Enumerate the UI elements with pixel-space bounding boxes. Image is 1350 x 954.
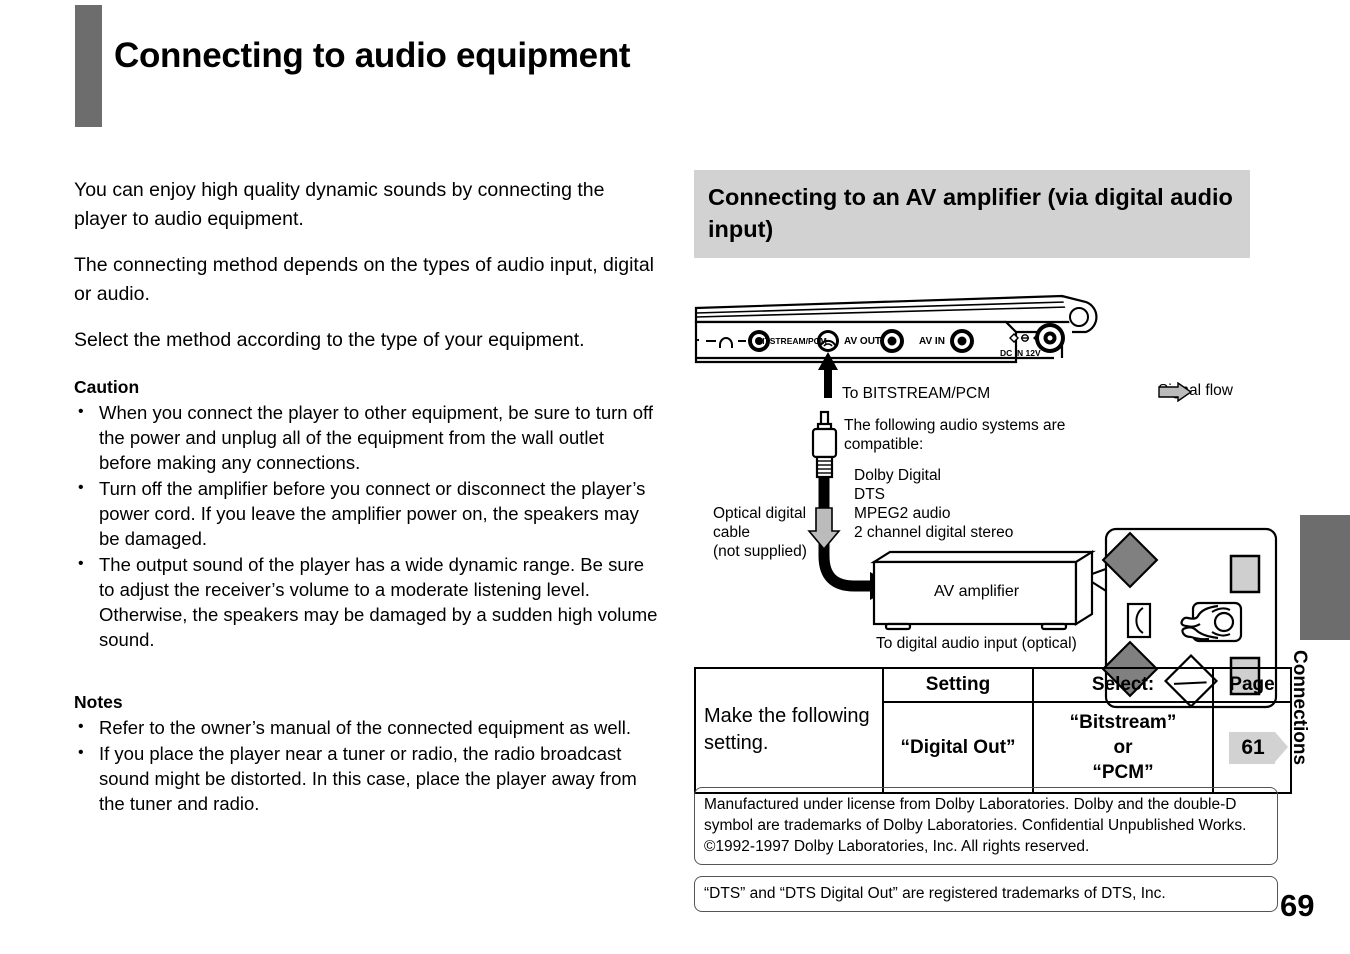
table-cell-setting-value: “Digital Out” [882, 701, 1034, 794]
dts-trademark-notice: “DTS” and “DTS Digital Out” are register… [694, 876, 1278, 912]
page-reference-badge[interactable]: 61 [1229, 731, 1289, 764]
optical-cable-plug [811, 410, 838, 479]
notes-block: Notes Refer to the owner’s manual of the… [74, 692, 659, 816]
intro-paragraph: Select the method according to the type … [74, 329, 585, 351]
table-cell-lead: Make the following setting. [694, 667, 884, 794]
signal-flow-arrow-on-cable [807, 507, 841, 551]
port-label-av-in: AV IN [919, 336, 945, 347]
caution-block: Caution When you connect the player to o… [74, 377, 659, 652]
table-header-setting: Setting [882, 667, 1034, 703]
page-number: 69 [1280, 888, 1315, 923]
intro-paragraph: You can enjoy high quality dynamic sound… [74, 179, 605, 230]
list-item: The output sound of the player has a wid… [74, 551, 659, 652]
port-label-dc-in: DC IN 12V [1000, 348, 1041, 358]
intro-paragraph: The connecting method depends on the typ… [74, 254, 654, 305]
compatible-systems-intro: The following audio systems are compatib… [844, 417, 1066, 453]
optical-cable-label: Optical digital cable (not supplied) [713, 505, 807, 560]
list-item: If you place the player near a tuner or … [74, 740, 659, 816]
av-out-port [880, 329, 904, 353]
title-accent-bar [75, 5, 102, 127]
table-row: Make the following setting. Setting Sele… [694, 667, 1292, 794]
signal-flow-arrow-icon [1158, 382, 1192, 402]
compatible-systems-list: Dolby Digital DTS MPEG2 audio 2 channel … [854, 467, 1014, 541]
table-header-page: Page [1212, 667, 1292, 703]
table-cell-select-value: “Bitstream” or “PCM” [1032, 701, 1214, 794]
speaker-right-front [1229, 554, 1261, 594]
amplifier-input-label: To digital audio input (optical) [876, 635, 1077, 652]
port-label-bitstream-pcm: BITSTREAM/PCM [756, 336, 827, 346]
list-item: Refer to the owner’s manual of the conne… [74, 714, 659, 740]
list-item: When you connect the player to other equ… [74, 399, 659, 475]
table-cell-page-ref[interactable]: 61 [1212, 701, 1292, 794]
table-header-select: Select: [1032, 667, 1214, 703]
side-tab-marker [1300, 515, 1350, 640]
port-label-av-out: AV OUT [844, 336, 882, 347]
callout-to-bitstream-pcm: To BITSTREAM/PCM [842, 385, 991, 402]
right-column: Connecting to an AV amplifier (via digit… [694, 170, 1278, 751]
signal-flow-legend: Signal flow [1158, 382, 1233, 402]
caution-heading: Caution [74, 377, 140, 397]
dolby-trademark-notice: Manufactured under license from Dolby La… [694, 787, 1278, 865]
speaker-side-left [1126, 602, 1152, 639]
settings-table: Make the following setting. Setting Sele… [694, 667, 1292, 794]
list-item: Turn off the amplifier before you connec… [74, 475, 659, 551]
notes-list: Refer to the owner’s manual of the conne… [74, 714, 659, 816]
notes-heading: Notes [74, 692, 123, 712]
side-tab-label: Connections [1289, 650, 1310, 766]
section-heading: Connecting to an AV amplifier (via digit… [694, 170, 1250, 258]
select-value-text: “Bitstream” or “PCM” [1069, 712, 1177, 783]
page-title: Connecting to audio equipment [114, 36, 631, 75]
left-text-column: You can enjoy high quality dynamic sound… [74, 176, 659, 817]
av-in-port [950, 329, 974, 353]
av-amplifier-label: AV amplifier [934, 583, 1020, 600]
caution-list: When you connect the player to other equ… [74, 399, 659, 652]
